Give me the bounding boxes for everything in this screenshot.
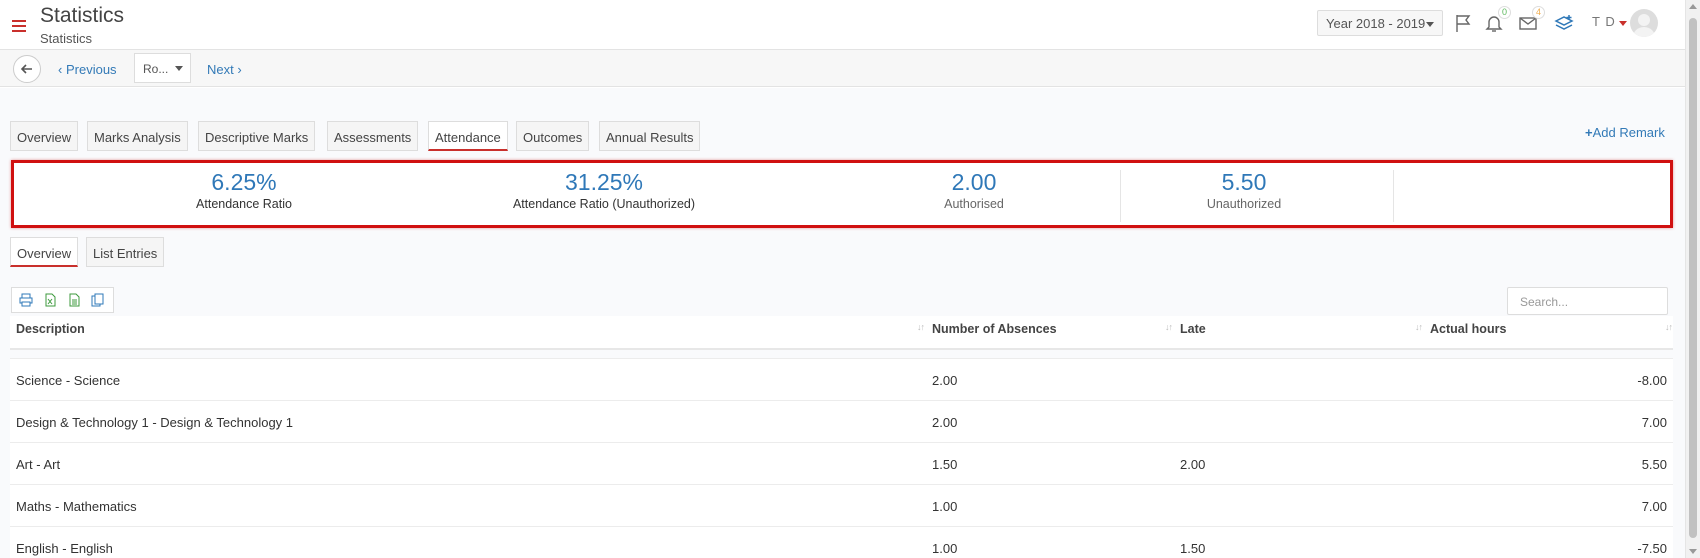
cell-description: Science - Science (16, 373, 121, 388)
stat-label: Authorised (944, 197, 1004, 211)
table-row[interactable]: Art - Art 1.50 2.00 5.50 (10, 442, 1673, 484)
add-remark-link[interactable]: +Add Remark (1585, 125, 1665, 140)
messages-badge: 4 (1532, 6, 1545, 19)
user-menu-caret-icon[interactable] (1619, 21, 1627, 26)
scroll-thumb[interactable] (1689, 18, 1697, 538)
table-row[interactable]: English - English 1.00 1.50 -7.50 (10, 526, 1673, 558)
previous-link[interactable]: ‹ Previous (58, 62, 117, 77)
cell-absences: 1.50 (932, 457, 958, 472)
cell-absences: 1.00 (932, 499, 958, 514)
record-select-value: Ro... (143, 62, 169, 76)
tab-assessments[interactable]: Assessments (327, 121, 419, 151)
attendance-table: Description ↓↑ Number of Absences ↓↑ Lat… (10, 316, 1673, 558)
year-select-value: Year 2018 - 2019 (1326, 16, 1426, 31)
page-title: Statistics (40, 4, 125, 27)
cell-hours: 5.50 (1641, 457, 1667, 472)
column-header-late[interactable]: Late (1180, 322, 1206, 336)
menu-icon[interactable] (12, 20, 26, 32)
plus-icon: + (1585, 125, 1593, 140)
chevron-right-icon: › (237, 62, 242, 77)
tab-descriptive-marks[interactable]: Descriptive Marks (198, 121, 316, 151)
print-icon[interactable] (19, 293, 33, 307)
subtab-overview[interactable]: Overview (10, 237, 79, 267)
back-button[interactable] (13, 55, 41, 83)
user-initials[interactable]: T D (1592, 14, 1616, 29)
layers-icon[interactable] (1553, 12, 1575, 34)
stat-unauthorized: 5.50 Unauthorized (1179, 169, 1309, 211)
attendance-summary: 6.25% Attendance Ratio 31.25% Attendance… (11, 160, 1673, 228)
sort-icon[interactable]: ↓↑ (1665, 322, 1673, 332)
cell-hours: -7.50 (1637, 541, 1667, 556)
cell-late: 1.50 (1180, 541, 1206, 556)
cell-description: Design & Technology 1 - Design & Technol… (16, 415, 294, 430)
chevron-down-icon (175, 66, 183, 71)
cell-hours: 7.00 (1641, 415, 1667, 430)
flag-icon[interactable] (1452, 12, 1474, 34)
excel-icon[interactable] (43, 293, 57, 307)
stat-value: 2.00 (951, 169, 997, 195)
cell-description: Art - Art (16, 457, 61, 472)
sort-icon[interactable]: ↓↑ (1415, 322, 1423, 332)
column-header-description[interactable]: Description (16, 322, 85, 336)
column-header-absences[interactable]: Number of Absences (932, 322, 1057, 336)
cell-absences: 1.00 (932, 541, 958, 556)
csv-icon[interactable] (67, 293, 81, 307)
bell-icon[interactable]: 0 (1483, 6, 1511, 34)
cell-description: Maths - Mathematics (16, 499, 137, 514)
export-toolbar (11, 287, 114, 313)
add-remark-label: Add Remark (1592, 125, 1665, 140)
table-header: Description ↓↑ Number of Absences ↓↑ Lat… (10, 316, 1673, 350)
tab-attendance[interactable]: Attendance (428, 121, 508, 151)
tab-annual-results[interactable]: Annual Results (599, 121, 701, 151)
stat-value: 6.25% (211, 169, 277, 195)
divider (1120, 170, 1121, 222)
stat-value: 5.50 (1221, 169, 1267, 195)
next-label: Next (207, 62, 234, 77)
scroll-up-icon[interactable] (1689, 4, 1697, 9)
stat-authorised: 2.00 Authorised (914, 169, 1034, 211)
record-select[interactable]: Ro... (134, 53, 191, 83)
tab-marks-analysis[interactable]: Marks Analysis (87, 121, 188, 151)
arrow-left-icon (20, 64, 32, 74)
stat-attendance-ratio: 6.25% Attendance Ratio (159, 169, 329, 211)
scroll-down-icon[interactable] (1689, 549, 1697, 554)
tab-overview[interactable]: Overview (10, 121, 79, 151)
previous-label: Previous (65, 62, 117, 77)
cell-late: 2.00 (1180, 457, 1206, 472)
table-row[interactable]: Maths - Mathematics 1.00 7.00 (10, 484, 1673, 526)
table-row[interactable]: Science - Science 2.00 -8.00 (10, 358, 1673, 400)
divider (1393, 170, 1394, 222)
record-nav-bar: ‹ Previous Ro... Next › (0, 50, 1685, 87)
column-header-actual-hours[interactable]: Actual hours (1430, 322, 1506, 336)
stat-attendance-ratio-unauthorized: 31.25% Attendance Ratio (Unauthorized) (484, 169, 724, 211)
cell-absences: 2.00 (932, 415, 958, 430)
search-input[interactable]: Search... (1507, 287, 1668, 315)
avatar[interactable] (1630, 9, 1658, 37)
notifications-badge: 0 (1498, 6, 1511, 19)
page-subtitle: Statistics (40, 31, 93, 46)
table-row[interactable]: Design & Technology 1 - Design & Technol… (10, 400, 1673, 442)
sort-icon[interactable]: ↓↑ (1165, 322, 1173, 332)
page-scrollbar[interactable] (1685, 0, 1700, 558)
envelope-icon[interactable]: 4 (1517, 6, 1545, 34)
cell-hours: -8.00 (1637, 373, 1667, 388)
year-select[interactable]: Year 2018 - 2019 (1317, 10, 1443, 36)
tab-outcomes[interactable]: Outcomes (516, 121, 590, 151)
chevron-down-icon (1426, 22, 1434, 27)
cell-hours: 7.00 (1641, 499, 1667, 514)
stat-label: Attendance Ratio (196, 197, 292, 211)
stat-label: Unauthorized (1206, 197, 1282, 211)
cell-description: English - English (16, 541, 113, 556)
chevron-left-icon: ‹ (58, 62, 63, 77)
copy-icon[interactable] (91, 293, 105, 307)
sort-icon[interactable]: ↓↑ (917, 322, 925, 332)
table-spacer (10, 350, 1673, 358)
stat-value: 31.25% (564, 169, 643, 195)
app-header: Statistics Statistics Year 2018 - 2019 0… (0, 0, 1685, 50)
cell-absences: 2.00 (932, 373, 958, 388)
next-link[interactable]: Next › (207, 62, 242, 77)
subtab-list-entries[interactable]: List Entries (86, 237, 165, 267)
stat-label: Attendance Ratio (Unauthorized) (512, 197, 696, 211)
